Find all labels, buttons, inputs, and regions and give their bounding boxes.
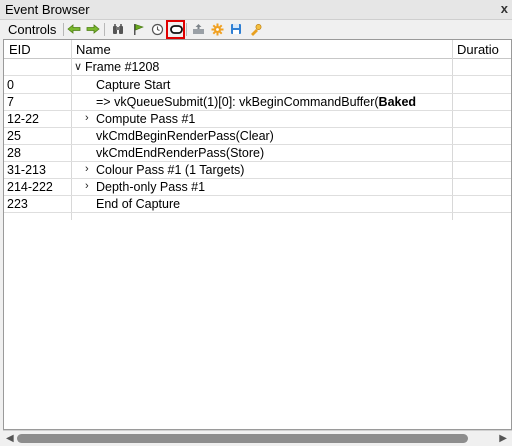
row-name: vkCmdEndRenderPass(Store) — [96, 146, 265, 160]
row-eid: 223 — [7, 197, 28, 211]
row-eid: 214-222 — [7, 180, 53, 194]
scroll-left-icon[interactable]: ◀ — [6, 433, 14, 444]
row-eid: 28 — [7, 146, 21, 160]
column-header-name[interactable]: Name — [76, 42, 111, 57]
save-disk-icon[interactable] — [228, 21, 244, 37]
row-name: Colour Pass #1 (1 Targets) — [96, 163, 245, 177]
button-highlight-box — [166, 20, 185, 39]
chevron-right-icon[interactable]: › — [85, 163, 89, 175]
toolbar-separator — [63, 23, 64, 36]
table-row[interactable]: 0 Capture Start — [4, 77, 511, 94]
row-name: Depth-only Pass #1 — [96, 180, 206, 194]
settings-gear-icon[interactable] — [209, 21, 225, 37]
row-name: Frame #1208 — [85, 60, 160, 74]
table-row[interactable]: 12-22 › Compute Pass #1 — [4, 111, 511, 128]
scrollbar-thumb[interactable] — [17, 434, 468, 443]
table-header: EID Name Duratio — [4, 40, 511, 59]
toolbar-separator — [186, 23, 187, 36]
table-row[interactable]: 214-222 › Depth-only Pass #1 — [4, 179, 511, 196]
find-binoculars-icon[interactable] — [110, 21, 126, 37]
column-header-eid[interactable]: EID — [9, 42, 31, 57]
table-row[interactable]: 31-213 › Colour Pass #1 (1 Targets) — [4, 162, 511, 179]
toolbar-separator — [104, 23, 105, 36]
bookmark-flag-icon[interactable] — [130, 21, 146, 37]
time-clock-icon[interactable] — [149, 21, 165, 37]
table-row[interactable]: 7 => vkQueueSubmit(1)[0]: vkBeginCommand… — [4, 94, 511, 111]
row-eid: 25 — [7, 129, 21, 143]
row-name: Compute Pass #1 — [96, 112, 196, 126]
row-name-bold: Baked — [378, 95, 417, 109]
row-name-text: => vkQueueSubmit(1)[0]: vkBeginCommandBu… — [96, 95, 379, 109]
row-name: => vkQueueSubmit(1)[0]: vkBeginCommandBu… — [96, 95, 416, 109]
table-row[interactable]: 28 vkCmdEndRenderPass(Store) — [4, 145, 511, 162]
controls-label: Controls — [8, 22, 57, 37]
chevron-down-icon[interactable]: ∨ — [74, 60, 82, 73]
panel-title: Event Browser — [5, 2, 90, 17]
row-eid: 0 — [7, 78, 14, 92]
panel-titlebar: Event Browser x — [0, 0, 512, 20]
column-header-duration[interactable]: Duratio — [457, 42, 499, 57]
go-back-arrow-icon[interactable] — [66, 21, 82, 37]
row-name: Capture Start — [96, 78, 171, 92]
chevron-right-icon[interactable]: › — [85, 180, 89, 192]
close-icon[interactable]: x — [501, 1, 508, 16]
row-eid: 31-213 — [7, 163, 46, 177]
controls-toolbar: Controls — [0, 20, 512, 39]
row-eid: 12-22 — [7, 112, 39, 126]
horizontal-scrollbar[interactable]: ◀ ▶ — [3, 430, 512, 446]
go-forward-arrow-icon[interactable] — [85, 21, 101, 37]
colorize-icon[interactable] — [247, 21, 263, 37]
table-row[interactable]: 223 End of Capture — [4, 196, 511, 213]
table-row[interactable]: 25 vkCmdBeginRenderPass(Clear) — [4, 128, 511, 145]
table-row[interactable]: ∨ Frame #1208 — [4, 59, 511, 76]
export-icon[interactable] — [190, 21, 206, 37]
row-eid: 7 — [7, 95, 14, 109]
row-name: End of Capture — [96, 197, 181, 211]
chevron-right-icon[interactable]: › — [85, 112, 89, 124]
scroll-right-icon[interactable]: ▶ — [499, 433, 507, 444]
row-name: vkCmdBeginRenderPass(Clear) — [96, 129, 274, 143]
event-tree-table[interactable]: EID Name Duratio ∨ Frame #1208 0 Capture… — [3, 39, 512, 430]
